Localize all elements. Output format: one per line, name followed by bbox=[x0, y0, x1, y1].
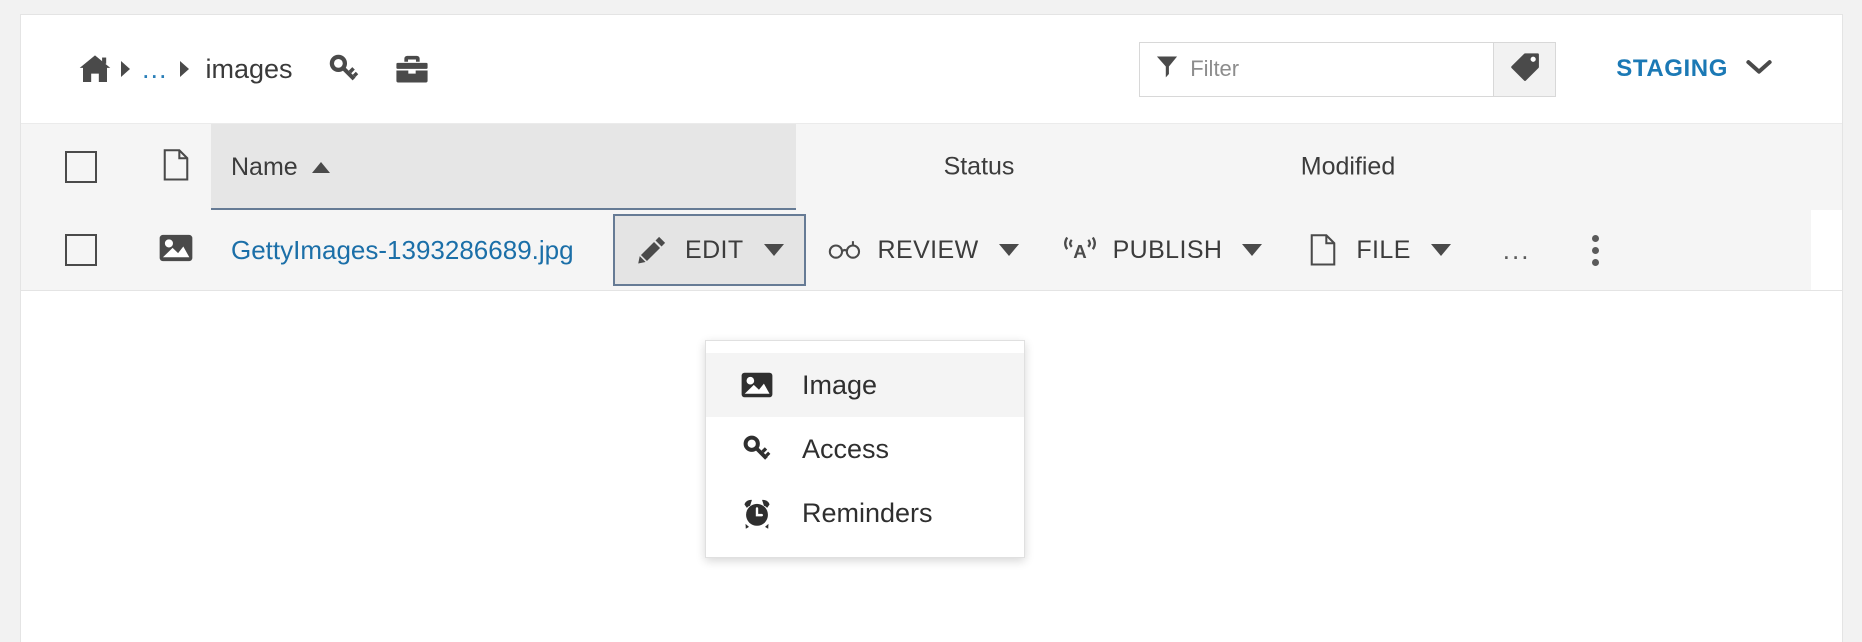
breadcrumb-separator-icon-2 bbox=[172, 61, 198, 77]
menu-item-image[interactable]: Image bbox=[706, 353, 1024, 417]
row-checkbox[interactable] bbox=[65, 234, 97, 266]
column-header-name[interactable]: Name bbox=[211, 124, 796, 210]
menu-item-image-label: Image bbox=[802, 370, 877, 401]
alarm-clock-icon bbox=[740, 497, 774, 529]
breadcrumb-separator-icon bbox=[112, 61, 138, 77]
toolbox-icon[interactable] bbox=[389, 49, 435, 89]
toolbar-right: Filter STAGING bbox=[1139, 15, 1842, 123]
menu-item-reminders[interactable]: Reminders bbox=[706, 481, 1024, 545]
review-button[interactable]: REVIEW bbox=[806, 214, 1041, 286]
table-row[interactable]: GettyImages-1393286689.jpg EDIT bbox=[21, 210, 1842, 290]
filter-input[interactable]: Filter bbox=[1139, 42, 1494, 97]
key-icon-menu bbox=[740, 433, 774, 465]
menu-item-reminders-label: Reminders bbox=[802, 498, 933, 529]
svg-text:A: A bbox=[1073, 241, 1086, 262]
review-button-label: REVIEW bbox=[878, 236, 979, 265]
file-table: Name Status Modified bbox=[21, 123, 1842, 291]
pencil-icon bbox=[635, 235, 669, 265]
file-button-label: FILE bbox=[1356, 236, 1410, 265]
filter-placeholder: Filter bbox=[1190, 56, 1239, 82]
broadcast-icon: A bbox=[1063, 235, 1097, 265]
tag-icon bbox=[1510, 52, 1540, 87]
column-header-modified[interactable]: Modified bbox=[1301, 153, 1396, 182]
type-column-header bbox=[141, 149, 211, 186]
home-icon[interactable] bbox=[78, 52, 112, 86]
select-all-checkbox[interactable] bbox=[65, 151, 97, 183]
triangle-up-icon bbox=[312, 162, 330, 173]
column-header-status[interactable]: Status bbox=[944, 153, 1015, 182]
select-all-cell bbox=[21, 151, 141, 183]
edit-button-label: EDIT bbox=[685, 236, 744, 265]
image-icon bbox=[159, 234, 193, 267]
row-scroll-gutter bbox=[1811, 210, 1842, 290]
document-icon-2 bbox=[1306, 234, 1340, 266]
tag-button[interactable] bbox=[1494, 42, 1556, 97]
publish-button-label: PUBLISH bbox=[1113, 236, 1223, 265]
review-caret-icon bbox=[999, 244, 1019, 256]
publish-caret-icon bbox=[1242, 244, 1262, 256]
edit-dropdown-menu: Image Access bbox=[705, 340, 1025, 558]
edit-button[interactable]: EDIT bbox=[613, 214, 806, 286]
column-header-name-label: Name bbox=[231, 153, 298, 182]
document-icon bbox=[163, 149, 189, 186]
image-icon-menu bbox=[740, 372, 774, 398]
row-type-cell bbox=[141, 234, 211, 267]
environment-label: STAGING bbox=[1616, 55, 1728, 83]
more-actions-ellipsis[interactable]: ... bbox=[1487, 245, 1547, 255]
file-button[interactable]: FILE bbox=[1284, 214, 1472, 286]
menu-item-access-label: Access bbox=[802, 434, 889, 465]
environment-selector[interactable]: STAGING bbox=[1616, 55, 1772, 83]
row-action-bar: EDIT REVIEW bbox=[613, 210, 1621, 290]
breadcrumb-ellipsis[interactable]: ... bbox=[138, 62, 172, 76]
file-caret-icon bbox=[1431, 244, 1451, 256]
menu-item-access[interactable]: Access bbox=[706, 417, 1024, 481]
kebab-menu-icon[interactable] bbox=[1570, 227, 1621, 274]
row-select-cell bbox=[21, 234, 141, 266]
top-toolbar: ... images bbox=[21, 15, 1842, 123]
file-name-link[interactable]: GettyImages-1393286689.jpg bbox=[231, 235, 574, 266]
filter-group: Filter bbox=[1139, 42, 1556, 97]
table-header-row: Name Status Modified bbox=[21, 124, 1842, 210]
glasses-icon bbox=[828, 239, 862, 261]
key-icon[interactable] bbox=[321, 49, 367, 89]
app-window: ... images bbox=[0, 0, 1862, 642]
edit-caret-icon bbox=[764, 244, 784, 256]
publish-button[interactable]: A PUBLISH bbox=[1041, 214, 1285, 286]
chevron-down-icon bbox=[1746, 59, 1772, 80]
funnel-icon bbox=[1156, 55, 1178, 84]
breadcrumb-current-folder[interactable]: images bbox=[198, 54, 299, 85]
breadcrumb: ... images bbox=[21, 49, 435, 89]
